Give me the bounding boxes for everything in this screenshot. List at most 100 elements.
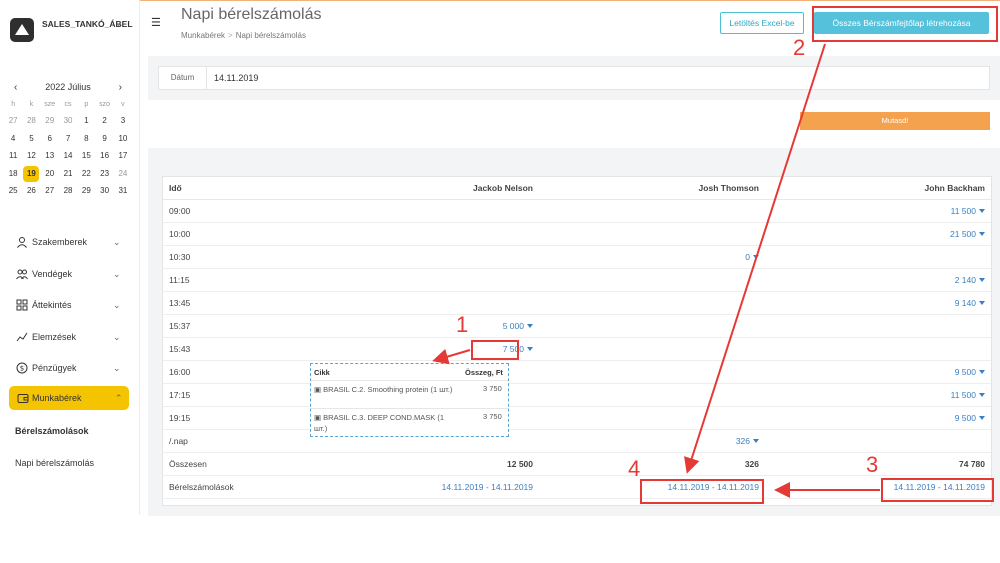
calendar-day[interactable]: 22 xyxy=(77,165,95,183)
total-cell: 326 xyxy=(539,452,765,476)
calendar-day[interactable]: 30 xyxy=(59,112,77,130)
calendar-day[interactable]: 28 xyxy=(22,112,40,130)
breadcrumb-item: Napi bérelszámolás xyxy=(235,31,306,40)
download-excel-button[interactable]: Letöltés Excel-be xyxy=(720,12,804,34)
amount-dropdown[interactable]: 5 000 xyxy=(503,321,533,331)
amount-cell: 9 500 xyxy=(765,360,991,384)
calendar-day[interactable]: 5 xyxy=(22,130,40,148)
calendar-day[interactable]: 12 xyxy=(22,147,40,165)
time-cell: 10:30 xyxy=(163,245,313,269)
table-row: 16:00 9 500 xyxy=(163,360,991,384)
payroll-range-link[interactable]: 14.11.2019 - 14.11.2019 xyxy=(442,482,533,492)
chevron-down-icon: ⌄ xyxy=(113,268,121,279)
show-button[interactable]: Mutasd! xyxy=(800,112,990,130)
calendar-day[interactable]: 13 xyxy=(41,147,59,165)
calendar-day[interactable]: 20 xyxy=(41,165,59,183)
calendar-day[interactable]: 8 xyxy=(77,130,95,148)
calendar-day[interactable]: 19 xyxy=(22,165,40,183)
calendar-day[interactable]: 29 xyxy=(77,182,95,200)
calendar-day[interactable]: 28 xyxy=(59,182,77,200)
time-cell: 09:00 xyxy=(163,199,313,223)
calendar-day[interactable]: 29 xyxy=(41,112,59,130)
main-content: Dátum 14.11.2019 Mutasd! Idő Jackob Nels… xyxy=(148,56,1000,516)
sidebar-item-penzugyek[interactable]: $ Pénzügyek ⌄ xyxy=(0,358,140,390)
menu-icon[interactable]: ☰ xyxy=(151,16,161,29)
breadcrumb-item[interactable]: Munkabérek xyxy=(181,31,225,40)
calendar-day[interactable]: 16 xyxy=(95,147,113,165)
calendar-day[interactable]: 11 xyxy=(4,147,22,165)
amount-cell xyxy=(313,222,539,246)
amount-dropdown[interactable]: 21 500 xyxy=(950,229,985,239)
sidebar-subitem-napi-berelszamolas[interactable]: Napi bérelszámolás xyxy=(15,458,94,468)
caret-down-icon xyxy=(979,370,985,375)
amount-cell: 0 xyxy=(539,245,765,269)
calendar-day[interactable]: 1 xyxy=(77,112,95,130)
popup-item-name: ▣ BRASIL C.3. DEEP COND.MASK (1 шт.) xyxy=(314,413,445,433)
chevron-down-icon: ⌄ xyxy=(113,237,121,247)
calendar-day[interactable]: 31 xyxy=(114,182,132,200)
calendar-day[interactable]: 10 xyxy=(114,130,132,148)
calendar-day[interactable]: 18 xyxy=(4,165,22,183)
calendar-day[interactable]: 27 xyxy=(4,112,22,130)
amount-dropdown[interactable]: 11 500 xyxy=(951,206,985,216)
calendar-day[interactable]: 4 xyxy=(4,130,22,148)
dollar-icon: $ xyxy=(16,362,28,374)
time-cell: 16:00 xyxy=(163,360,313,384)
time-cell: 13:45 xyxy=(163,291,313,315)
calendar-day[interactable]: 9 xyxy=(95,130,113,148)
sidebar-item-attekintes[interactable]: Áttekintés ⌄ xyxy=(0,295,140,327)
calendar-day[interactable]: 14 xyxy=(59,147,77,165)
amount-cell xyxy=(539,406,765,430)
table-header-row: Idő Jackob Nelson Josh Thomson John Back… xyxy=(163,177,991,200)
calendar-next-icon[interactable]: › xyxy=(119,82,122,93)
amount-dropdown[interactable]: 9 500 xyxy=(955,413,985,423)
sidebar-item-elemzesek[interactable]: Elemzések ⌄ xyxy=(0,327,140,359)
calendar-day[interactable]: 21 xyxy=(59,165,77,183)
caret-down-icon xyxy=(979,232,985,237)
calendar-day[interactable]: 23 xyxy=(95,165,113,183)
time-cell: /.nap xyxy=(163,429,313,453)
calendar-day[interactable]: 24 xyxy=(114,165,132,183)
amount-dropdown[interactable]: 0 xyxy=(745,252,759,262)
date-input[interactable]: 14.11.2019 xyxy=(214,67,258,89)
popup-item-amount: 3 750 xyxy=(483,412,502,421)
amount-dropdown[interactable]: 9 500 xyxy=(955,367,985,377)
calendar-day[interactable]: 3 xyxy=(114,112,132,130)
sidebar-item-vendegek[interactable]: Vendégek ⌄ xyxy=(0,264,140,296)
calendar-day[interactable]: 15 xyxy=(77,147,95,165)
brand-switcher[interactable]: SALES_TANKÓ_ÁBEL ⌄ xyxy=(10,16,135,46)
calendar-weekday: v xyxy=(121,101,125,108)
calendar-day[interactable]: 27 xyxy=(41,182,59,200)
svg-text:$: $ xyxy=(20,365,24,373)
amount-dropdown[interactable]: 9 140 xyxy=(955,298,985,308)
sidebar-subitem-berelszamolasok[interactable]: Bérelszámolások xyxy=(15,426,89,436)
amount-cell: 5 000 xyxy=(313,314,539,338)
sidebar-item-munkaberek[interactable]: Munkabérek ⌃ xyxy=(9,386,129,410)
amount-cell xyxy=(539,360,765,384)
calendar-day[interactable]: 30 xyxy=(95,182,113,200)
time-cell: 19:15 xyxy=(163,406,313,430)
calendar-day[interactable]: 2 xyxy=(95,112,113,130)
calendar-weekday: cs xyxy=(64,101,72,108)
calendar-day[interactable]: 6 xyxy=(41,130,59,148)
calendar-day[interactable]: 17 xyxy=(114,147,132,165)
calendar-grid: h k sze cs p szo v 27 28 29 30 1 2 3 4 5 6 7 8 9 10 11 12 13 14 1… xyxy=(4,98,132,200)
table-row: 15:43 7 500 xyxy=(163,337,991,361)
sidebar-item-label: Pénzügyek xyxy=(32,363,77,373)
table-row: 11:15 2 140 xyxy=(163,268,991,292)
amount-cell xyxy=(765,314,991,338)
column-header-employee: Jackob Nelson xyxy=(313,177,539,200)
amount-dropdown[interactable]: 326 xyxy=(736,436,759,446)
calendar-day[interactable]: 7 xyxy=(59,130,77,148)
amount-dropdown[interactable]: 2 140 xyxy=(955,275,985,285)
sidebar-item-szakemberek[interactable]: Szakemberek ⌄ xyxy=(0,232,140,264)
popup-item-name: ▣ BRASIL C.2. Smoothing protein (1 шт.) xyxy=(314,385,453,394)
caret-down-icon xyxy=(753,439,759,444)
amount-dropdown[interactable]: 11 500 xyxy=(951,390,985,400)
calendar-day[interactable]: 25 xyxy=(4,182,22,200)
calendar-weekday: szo xyxy=(99,101,111,108)
filter-bar: Mutasd! xyxy=(148,100,1000,148)
date-label: Dátum xyxy=(159,67,207,89)
calendar-day[interactable]: 26 xyxy=(22,182,40,200)
amount-cell xyxy=(539,383,765,407)
